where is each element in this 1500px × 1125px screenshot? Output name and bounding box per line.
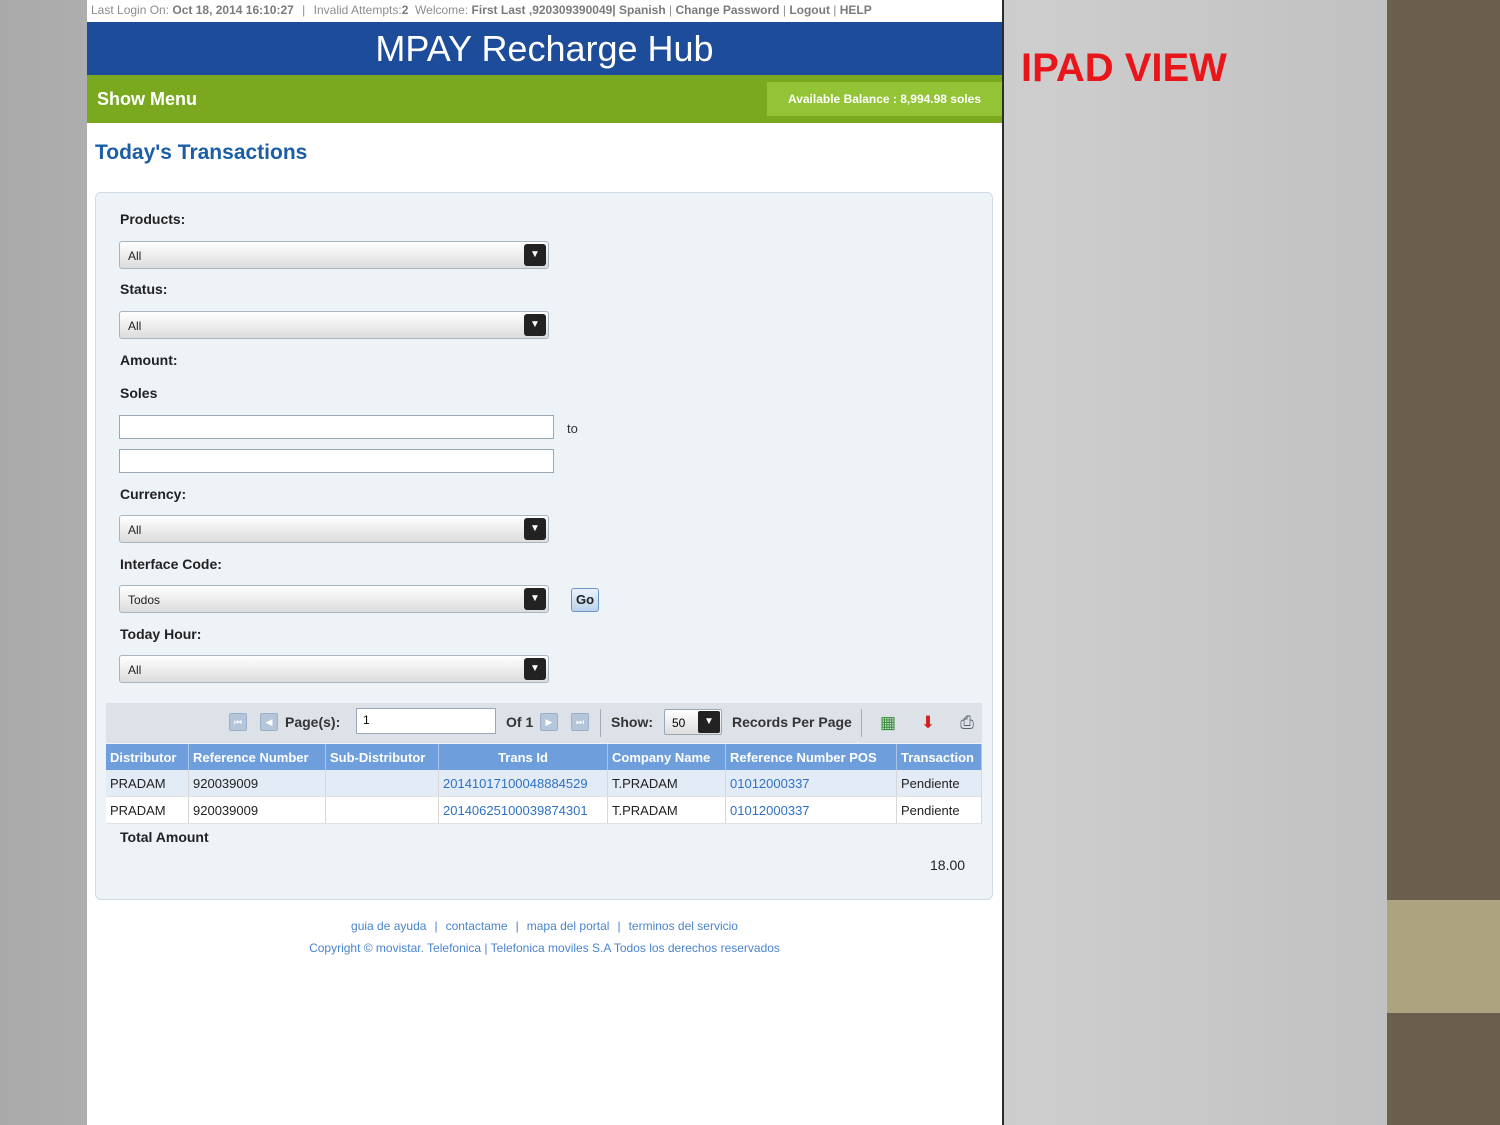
contact-link[interactable]: contactame — [446, 919, 508, 933]
interface-code-select[interactable]: Todos ▼ — [119, 585, 549, 613]
interface-code-label: Interface Code: — [120, 556, 222, 572]
table-row: PRADAM 920039009 20140625100039874301 T.… — [106, 796, 982, 824]
sub-distributor-cell — [325, 770, 439, 797]
column-header[interactable]: Distributor — [106, 744, 189, 770]
user-info-bar: Last Login On: Oct 18, 2014 16:10:27 | I… — [91, 3, 872, 17]
column-header[interactable]: Transaction — [896, 744, 982, 770]
menu-bar: Show Menu Available Balance : 8,994.98 s… — [87, 75, 1002, 123]
column-header[interactable]: Reference Number — [188, 744, 326, 770]
records-per-page-label: Records Per Page — [732, 714, 852, 730]
interface-code-select-value: Todos — [128, 593, 161, 607]
today-hour-select-value: All — [128, 663, 142, 677]
welcome-user: First Last ,920309390049| — [471, 3, 616, 17]
first-page-icon[interactable]: ⏮ — [229, 713, 247, 731]
app-title: MPAY Recharge Hub — [375, 28, 714, 69]
products-select[interactable]: All ▼ — [119, 241, 549, 269]
side-decoration-band — [1387, 900, 1500, 1013]
logout-link[interactable]: Logout — [789, 3, 830, 17]
site-map-link[interactable]: mapa del portal — [527, 919, 610, 933]
chevron-down-icon: ▼ — [698, 711, 720, 733]
excel-export-icon[interactable]: ▦ — [877, 712, 899, 734]
chevron-down-icon: ▼ — [524, 314, 546, 336]
trans-id-link[interactable]: 20140625100039874301 — [438, 796, 608, 824]
distributor-cell: PRADAM — [106, 796, 189, 824]
page-count-label: Of 1 — [506, 714, 534, 730]
footer-links: guia de ayuda | contactame | mapa del portal… — [351, 919, 738, 933]
distributor-cell: PRADAM — [106, 770, 189, 797]
side-decoration — [1387, 0, 1500, 1125]
records-per-page-select[interactable]: 50 ▼ — [664, 709, 722, 735]
sub-distributor-cell — [325, 796, 439, 824]
terms-link[interactable]: terminos del servicio — [629, 919, 738, 933]
next-page-icon[interactable]: ▶ — [540, 713, 558, 731]
invalid-attempts-value: 2 — [401, 3, 409, 17]
help-link[interactable]: HELP — [840, 3, 872, 17]
total-amount-label: Total Amount — [120, 829, 209, 845]
column-header[interactable]: Trans Id — [438, 744, 608, 770]
status-select[interactable]: All ▼ — [119, 311, 549, 339]
chevron-down-icon: ▼ — [524, 244, 546, 266]
transactions-table: Distributor Reference Number Sub-Distrib… — [106, 744, 982, 824]
help-guide-link[interactable]: guia de ayuda — [351, 919, 426, 933]
column-header[interactable]: Reference Number POS — [725, 744, 897, 770]
reference-pos-link[interactable]: 01012000337 — [725, 770, 897, 797]
print-icon[interactable]: ⎙ — [956, 712, 978, 734]
column-header[interactable]: Sub-Distributor — [325, 744, 439, 770]
pagination-bar: ⏮ ◀ Page(s): 1 Of 1 ▶ ⏭ Show: 50 ▼ Recor… — [106, 703, 982, 743]
welcome-label: Welcome: — [415, 3, 469, 17]
total-amount-value: 18.00 — [930, 857, 966, 873]
today-hour-label: Today Hour: — [120, 626, 202, 642]
records-per-page-value: 50 — [672, 716, 686, 730]
reference-number-cell: 920039009 — [188, 796, 326, 824]
prev-page-icon[interactable]: ◀ — [260, 713, 278, 731]
show-label: Show: — [611, 714, 653, 730]
copyright: Copyright © movistar. Telefonica | Telef… — [309, 941, 780, 955]
amount-to-input[interactable] — [119, 449, 554, 473]
ipad-view-annotation: IPAD VIEW — [1021, 46, 1227, 90]
transaction-status-cell: Pendiente — [896, 770, 982, 797]
pages-label: Page(s): — [285, 714, 341, 730]
pdf-export-icon[interactable]: ⬇ — [917, 712, 939, 734]
app-screen: Last Login On: Oct 18, 2014 16:10:27 | I… — [87, 0, 1004, 1125]
currency-label: Currency: — [120, 486, 187, 502]
company-name-cell: T.PRADAM — [607, 796, 726, 824]
column-header[interactable]: Company Name — [607, 744, 726, 770]
status-select-value: All — [128, 319, 142, 333]
products-select-value: All — [128, 249, 142, 263]
currency-select-value: All — [128, 523, 142, 537]
chevron-down-icon: ▼ — [524, 518, 546, 540]
to-label: to — [567, 421, 578, 436]
reference-number-cell: 920039009 — [188, 770, 326, 797]
company-name-cell: T.PRADAM — [607, 770, 726, 797]
table-header-row: Distributor Reference Number Sub-Distrib… — [106, 744, 982, 770]
page-title: Today's Transactions — [95, 141, 308, 164]
last-login-value: Oct 18, 2014 16:10:27 — [172, 3, 294, 17]
app-header: MPAY Recharge Hub — [87, 22, 1002, 75]
invalid-attempts-label: Invalid Attempts: — [313, 3, 402, 17]
show-menu-button[interactable]: Show Menu — [97, 89, 197, 110]
last-page-icon[interactable]: ⏭ — [571, 713, 589, 731]
currency-select[interactable]: All ▼ — [119, 515, 549, 543]
last-login-label: Last Login On: — [91, 3, 170, 17]
page-number-input[interactable]: 1 — [356, 708, 496, 734]
filter-panel: Products: All ▼ Status: All ▼ Amount: So… — [95, 192, 993, 900]
available-balance: Available Balance : 8,994.98 soles — [767, 82, 1002, 116]
trans-id-link[interactable]: 20141017100048884529 — [438, 770, 608, 797]
today-hour-select[interactable]: All ▼ — [119, 655, 549, 683]
chevron-down-icon: ▼ — [524, 658, 546, 680]
transaction-status-cell: Pendiente — [896, 796, 982, 824]
change-password-link[interactable]: Change Password — [675, 3, 779, 17]
status-label: Status: — [120, 281, 168, 297]
soles-label: Soles — [120, 385, 158, 401]
reference-pos-link[interactable]: 01012000337 — [725, 796, 897, 824]
products-label: Products: — [120, 211, 186, 227]
amount-from-input[interactable] — [119, 415, 554, 439]
language-link[interactable]: Spanish — [619, 3, 666, 17]
chevron-down-icon: ▼ — [524, 588, 546, 610]
go-button[interactable]: Go — [571, 588, 599, 612]
table-row: PRADAM 920039009 20141017100048884529 T.… — [106, 770, 982, 797]
amount-label: Amount: — [120, 352, 178, 368]
